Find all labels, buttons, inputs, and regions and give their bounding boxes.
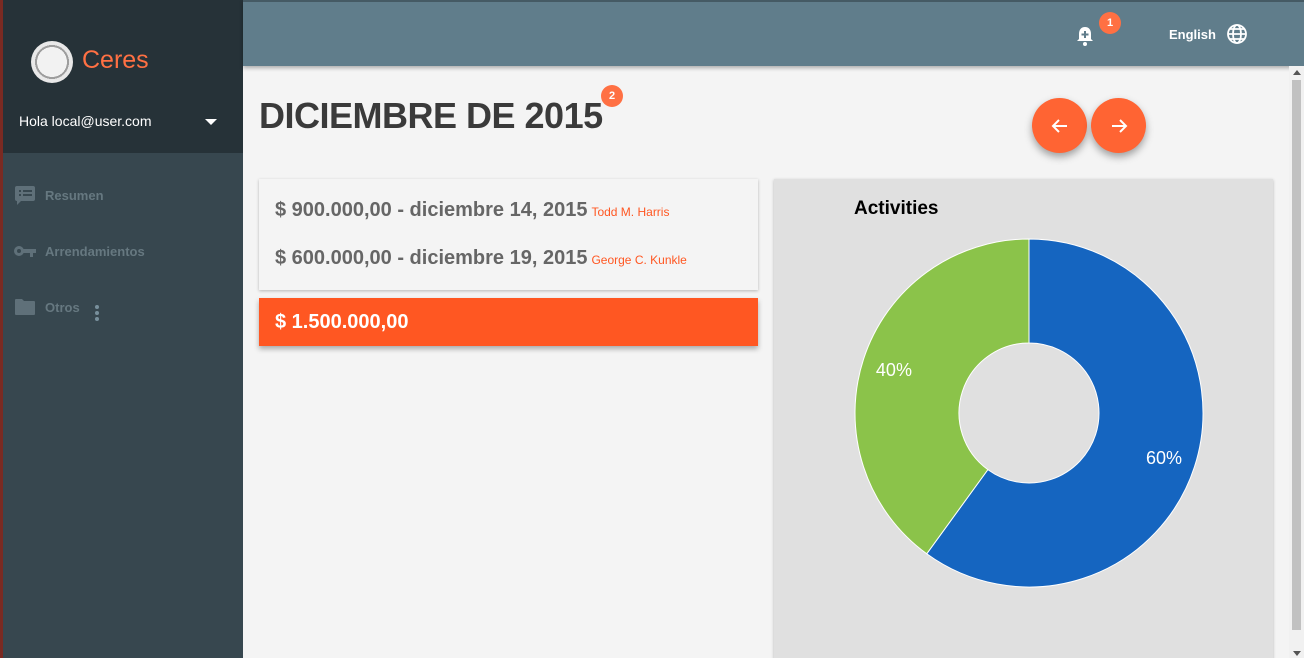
payment-amount: $ 900.000,00 - diciembre 14, 2015 bbox=[275, 199, 588, 221]
activities-chart-panel: Activities 60% 40% bbox=[774, 179, 1273, 658]
sidebar-item-label: Otros bbox=[45, 299, 80, 315]
chevron-down-icon[interactable] bbox=[205, 119, 217, 125]
sidebar-header: Ceres Hola local@user.com bbox=[3, 0, 243, 153]
notification-bell-icon[interactable] bbox=[1074, 25, 1096, 47]
sidebar-item-label: Arrendamientos bbox=[45, 243, 145, 259]
total-amount: $ 1.500.000,00 bbox=[259, 298, 758, 346]
globe-icon[interactable] bbox=[1226, 23, 1248, 45]
brand-name: Ceres bbox=[82, 46, 149, 74]
sidebar-item-otros[interactable]: Otros bbox=[13, 295, 80, 319]
language-label[interactable]: English bbox=[1169, 27, 1216, 42]
payment-amount: $ 600.000,00 - diciembre 19, 2015 bbox=[275, 247, 588, 269]
sidebar: Ceres Hola local@user.com Resumen Arrend… bbox=[0, 0, 243, 658]
scrollbar-thumb[interactable] bbox=[1292, 80, 1301, 630]
list-item: $ 600.000,00 - diciembre 19, 2015 George … bbox=[275, 247, 687, 270]
list-icon bbox=[13, 183, 37, 207]
sidebar-item-arrendamientos[interactable]: Arrendamientos bbox=[13, 239, 145, 263]
scroll-up-icon[interactable] bbox=[1293, 70, 1301, 75]
folder-icon bbox=[13, 295, 37, 319]
page-title: DICIEMBRE DE 2015 bbox=[259, 95, 603, 136]
more-vert-icon[interactable] bbox=[95, 305, 99, 321]
payer-name[interactable]: Todd M. Harris bbox=[591, 205, 669, 219]
key-icon bbox=[13, 239, 37, 263]
title-badge: 2 bbox=[601, 85, 623, 107]
donut-slice-label-0: 60% bbox=[1146, 448, 1182, 468]
next-month-button[interactable] bbox=[1091, 98, 1146, 153]
logo-icon bbox=[31, 41, 73, 83]
arrow-left-icon bbox=[1051, 118, 1067, 133]
previous-month-button[interactable] bbox=[1032, 98, 1087, 153]
top-bar: 1 English bbox=[243, 0, 1304, 66]
payer-name[interactable]: George C. Kunkle bbox=[591, 253, 686, 267]
scrollbar[interactable] bbox=[1289, 66, 1304, 658]
sidebar-item-label: Resumen bbox=[45, 187, 104, 203]
user-menu-label[interactable]: Hola local@user.com bbox=[19, 113, 152, 129]
donut-slice-label-1: 40% bbox=[876, 360, 912, 380]
payments-card: $ 900.000,00 - diciembre 14, 2015 Todd M.… bbox=[259, 179, 758, 290]
scroll-down-icon[interactable] bbox=[1293, 651, 1301, 656]
donut-chart: 60% 40% bbox=[854, 238, 1204, 588]
sidebar-item-resumen[interactable]: Resumen bbox=[13, 183, 104, 207]
arrow-right-icon bbox=[1111, 118, 1127, 133]
notification-badge: 1 bbox=[1099, 12, 1121, 34]
list-item: $ 900.000,00 - diciembre 14, 2015 Todd M.… bbox=[275, 199, 669, 222]
